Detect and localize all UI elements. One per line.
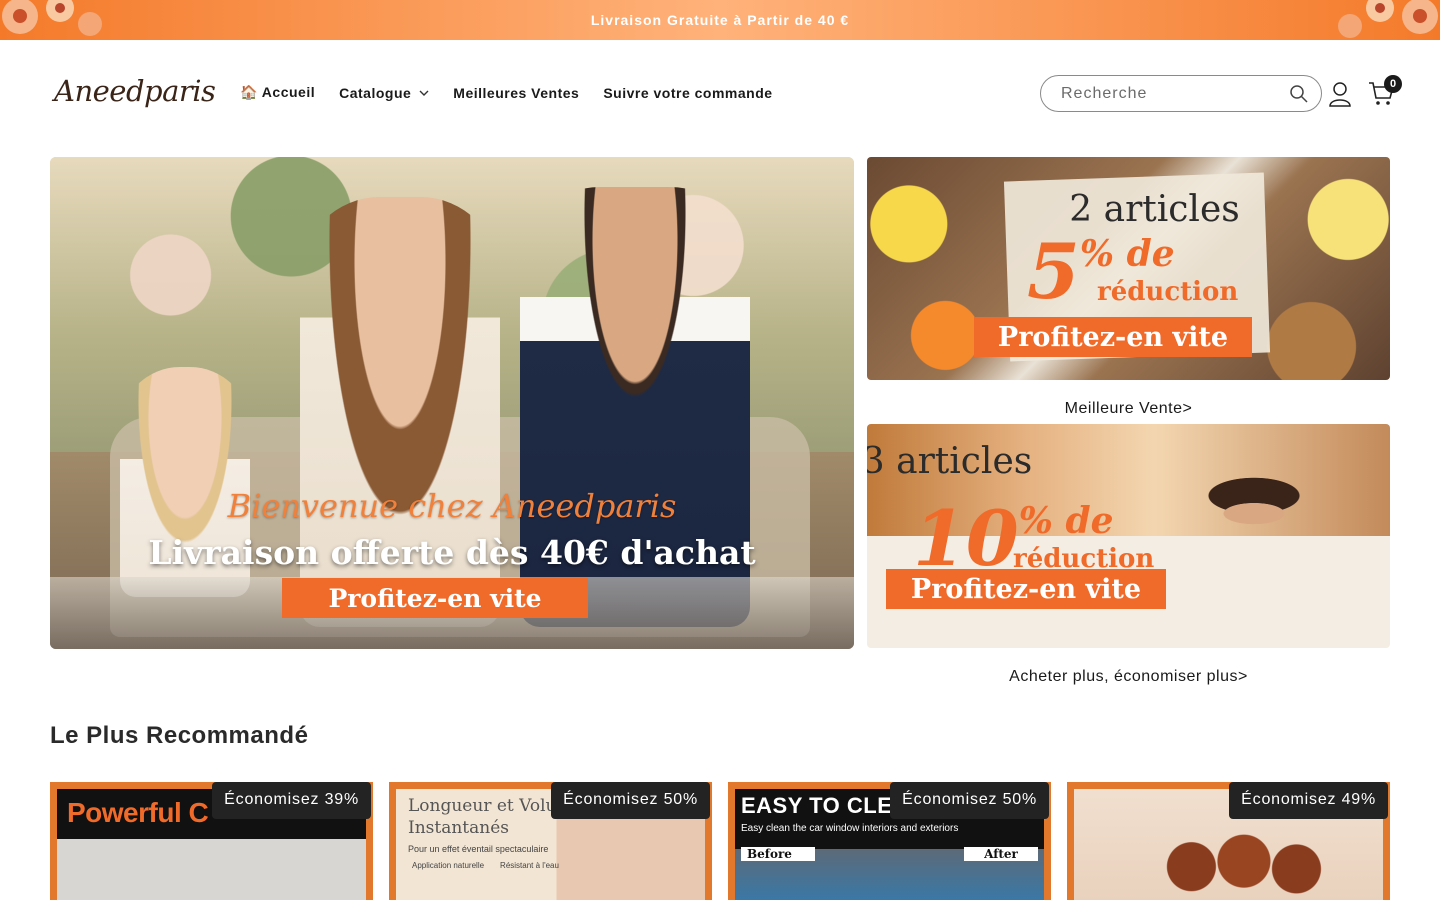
buy-more-link[interactable]: Acheter plus, économiser plus> — [867, 668, 1390, 686]
hero-cta-button[interactable]: Profitez-en vite — [282, 578, 588, 618]
flower-decoration-icon — [2, 0, 102, 36]
announcement-text: Livraison Gratuite à Partir de 40 € — [590, 12, 850, 28]
product-feature-icons: Application naturelle Résistant à l'eau — [412, 861, 592, 871]
hero-tagline: Bienvenue chez Aneedparis — [227, 487, 677, 525]
promo-title: 3 articles — [867, 441, 1033, 482]
cart-count-badge: 0 — [1384, 75, 1402, 93]
product-card[interactable]: Économisez 49% — [1067, 782, 1390, 900]
nav-track-order[interactable]: Suivre votre commande — [603, 85, 772, 101]
promo-banner-3-articles[interactable]: 3 articles 10% de réduction Profitez-en … — [867, 424, 1390, 648]
site-header: Aneedparis 🏠 Accueil Catalogue Meilleure… — [0, 40, 1440, 146]
section-title-recommended: Le Plus Recommandé — [50, 722, 309, 749]
nav-best-sellers[interactable]: Meilleures Ventes — [453, 85, 579, 101]
best-seller-link[interactable]: Meilleure Vente> — [867, 400, 1390, 418]
promo-cta-button[interactable]: Profitez-en vite — [886, 569, 1166, 609]
product-image-subtext: Easy clean the car window interiors and … — [741, 823, 959, 834]
product-grid: Powerful C Économisez 39% Longueur et Vo… — [50, 782, 1390, 900]
account-icon[interactable] — [1328, 81, 1352, 107]
nav-catalogue[interactable]: Catalogue — [339, 85, 429, 101]
discount-badge: Économisez 50% — [551, 782, 710, 819]
product-card[interactable]: EASY TO CLEA Easy clean the car window i… — [728, 782, 1051, 900]
promo-title: 2 articles — [1069, 189, 1240, 230]
main-nav: 🏠 Accueil Catalogue Meilleures Ventes Su… — [240, 84, 773, 101]
feature-label: Application naturelle — [412, 861, 485, 870]
feature-label: Résistant à l'eau — [500, 861, 559, 870]
chevron-down-icon — [419, 90, 429, 96]
nav-home[interactable]: 🏠 Accueil — [240, 84, 315, 101]
product-image-subtext: Pour un effet éventail spectaculaire — [408, 844, 549, 854]
promo-discount: 5% de réduction — [1027, 227, 1239, 316]
promo-cta-button[interactable]: Profitez-en vite — [974, 317, 1252, 357]
search-input[interactable] — [1041, 76, 1271, 111]
product-card[interactable]: Longueur et Volu Instantanés Pour un eff… — [389, 782, 712, 900]
discount-badge: Économisez 50% — [890, 782, 1049, 819]
hero-headline: Livraison offerte dès 40€ d'achat — [148, 533, 756, 572]
search-box — [1040, 75, 1322, 112]
hero-banner[interactable]: Bienvenue chez Aneedparis Livraison offe… — [50, 157, 854, 649]
after-label: After — [964, 847, 1038, 861]
before-label: Before — [741, 847, 815, 861]
site-logo[interactable]: Aneedparis — [54, 74, 216, 108]
product-card[interactable]: Powerful C Économisez 39% — [50, 782, 373, 900]
discount-badge: Économisez 49% — [1229, 782, 1388, 819]
product-image-text: EASY TO CLEA — [741, 793, 909, 818]
product-image-text: Powerful C — [67, 797, 209, 828]
discount-badge: Économisez 39% — [212, 782, 371, 819]
announcement-bar: Livraison Gratuite à Partir de 40 € — [0, 0, 1440, 40]
search-icon[interactable] — [1289, 84, 1309, 104]
flower-decoration-icon — [1338, 0, 1438, 38]
promo-banner-2-articles[interactable]: 2 articles 5% de réduction Profitez-en v… — [867, 157, 1390, 380]
